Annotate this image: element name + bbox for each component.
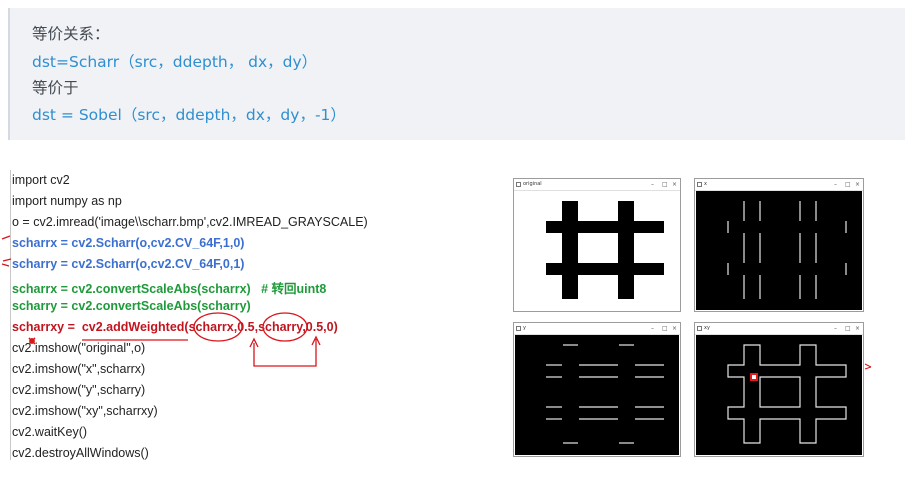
code-line-9: cv2.imshow("original",o): [12, 341, 146, 355]
note-heading: 等价关系：: [32, 25, 110, 43]
code-line-6: scharrx = cv2.convertScaleAbs(scharrx) #…: [12, 282, 327, 296]
image-x: [696, 191, 862, 310]
window-title: xy: [704, 325, 710, 331]
code-gutter-line: [10, 170, 11, 460]
code-line-5: scharry = cv2.Scharr(o,cv2.CV_64F,0,1): [12, 257, 245, 271]
code-line-13: cv2.waitKey(): [12, 425, 88, 439]
code-line-2: import numpy as np: [12, 194, 122, 208]
titlebar[interactable]: y – □ ×: [514, 323, 680, 335]
minimize-icon[interactable]: –: [651, 323, 654, 334]
titlebar[interactable]: original – □ ×: [514, 179, 680, 191]
window-icon: [697, 182, 702, 187]
code-line-7: scharry = cv2.convertScaleAbs(scharry): [12, 299, 251, 313]
window-xy: xy – □ ×: [694, 322, 864, 457]
code-line-1: import cv2: [12, 173, 70, 187]
code-line-3: o = cv2.imread('image\\scharr.bmp',cv2.I…: [12, 215, 368, 229]
window-icon: [516, 182, 521, 187]
maximize-icon[interactable]: □: [662, 323, 668, 334]
close-icon[interactable]: ×: [855, 323, 860, 334]
code-snippet: import cv2 import numpy as np o = cv2.im…: [0, 163, 420, 463]
image-y: [515, 335, 679, 455]
titlebar[interactable]: xy – □ ×: [695, 323, 863, 335]
note-equivalent: 等价于: [32, 79, 79, 97]
code-line-12: cv2.imshow("xy",scharrxy): [12, 404, 158, 418]
code-line-11: cv2.imshow("y",scharry): [12, 383, 146, 397]
maximize-icon[interactable]: □: [845, 323, 851, 334]
sobel-formula: dst = Sobel（src，ddepth，dx，dy，-1）: [32, 106, 346, 124]
red-cursor-marker: [750, 373, 758, 381]
maximize-icon[interactable]: □: [845, 179, 851, 190]
window-x: x – □ ×: [694, 178, 864, 312]
window-original: original – □ ×: [513, 178, 681, 312]
red-edge-mark: [864, 363, 872, 370]
xy-edges: [696, 335, 862, 455]
minimize-icon[interactable]: –: [834, 323, 837, 334]
window-icon: [516, 326, 521, 331]
window-title: x: [704, 181, 707, 187]
window-title: y: [523, 325, 526, 331]
close-icon[interactable]: ×: [672, 323, 677, 334]
scharr-formula: dst=Scharr（src，ddepth， dx，dy）: [32, 53, 318, 71]
minimize-icon[interactable]: –: [834, 179, 837, 190]
maximize-icon[interactable]: □: [662, 179, 668, 190]
code-line-4: scharrx = cv2.Scharr(o,cv2.CV_64F,1,0): [12, 236, 245, 250]
code-line-14: cv2.destroyAllWindows(): [12, 446, 149, 460]
window-title: original: [523, 181, 542, 187]
code-line-8: scharrxy = cv2.addWeighted(scharrx,0.5,s…: [12, 320, 338, 334]
image-xy: [696, 335, 862, 455]
window-y: y – □ ×: [513, 322, 681, 457]
code-line-10: cv2.imshow("x",scharrx): [12, 362, 146, 376]
titlebar[interactable]: x – □ ×: [695, 179, 863, 191]
window-icon: [697, 326, 702, 331]
minimize-icon[interactable]: –: [651, 179, 654, 190]
close-icon[interactable]: ×: [855, 179, 860, 190]
x-edges: [696, 191, 862, 310]
close-icon[interactable]: ×: [672, 179, 677, 190]
equivalence-note: 等价关系： dst=Scharr（src，ddepth， dx，dy） 等价于 …: [8, 8, 905, 140]
hash-shape: [515, 191, 679, 310]
image-original: [515, 191, 679, 310]
y-edges: [515, 335, 679, 455]
